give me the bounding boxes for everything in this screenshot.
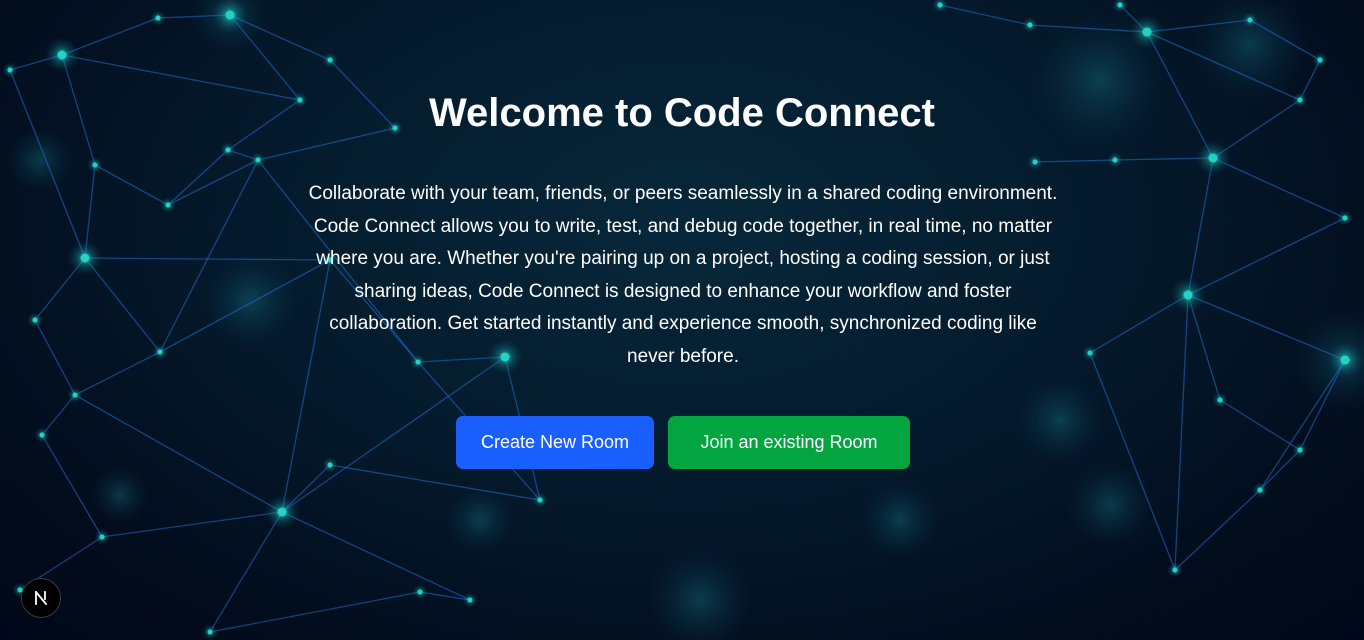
hero-section: Welcome to Code Connect Collaborate with…	[0, 0, 1364, 640]
create-room-button[interactable]: Create New Room	[456, 416, 654, 469]
join-room-button[interactable]: Join an existing Room	[668, 416, 910, 469]
nextjs-devtools-button[interactable]	[21, 578, 61, 618]
hero-description: Collaborate with your team, friends, or …	[308, 183, 1058, 367]
page-title: Welcome to Code Connect	[429, 91, 935, 135]
nextjs-logo-icon	[34, 590, 48, 606]
